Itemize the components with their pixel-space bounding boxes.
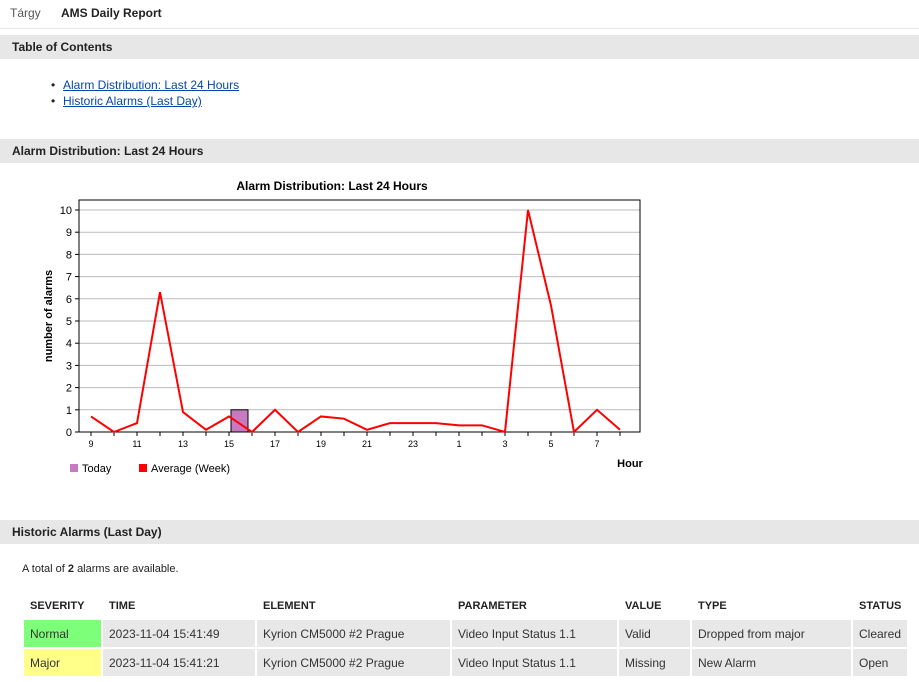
y-tick-label: 9 <box>66 227 72 239</box>
y-tick-label: 2 <box>66 383 72 395</box>
table-row: Normal 2023-11-04 15:41:49 Kyrion CM5000… <box>24 620 910 647</box>
toc-link-historic-alarms[interactable]: Historic Alarms (Last Day) <box>63 94 202 108</box>
col-time: TIME <box>109 600 136 612</box>
subject-label: Tárgy <box>10 6 41 20</box>
x-tick-label: 5 <box>548 439 553 449</box>
toc-link-alarm-distribution[interactable]: Alarm Distribution: Last 24 Hours <box>63 78 239 92</box>
table-header-row: SEVERITY TIME ELEMENT PARAMETER VALUE TY… <box>24 594 909 618</box>
y-tick-label: 6 <box>66 294 72 306</box>
legend-swatch-average <box>139 464 147 472</box>
element-cell: Kyrion CM5000 #2 Prague <box>257 649 452 676</box>
y-axis-ticks: 0 1 2 3 4 5 6 7 8 9 10 <box>60 205 79 439</box>
x-axis-ticks: 9 11 13 15 17 19 21 23 1 3 5 7 <box>88 432 621 449</box>
x-tick-label: 17 <box>270 439 280 449</box>
table-row: Major 2023-11-04 15:41:21 Kyrion CM5000 … <box>24 649 910 676</box>
y-tick-label: 10 <box>60 205 72 217</box>
parameter-cell: Video Input Status 1.1 <box>452 620 619 647</box>
toc-item: Alarm Distribution: Last 24 Hours <box>51 77 239 93</box>
col-status: STATUS <box>859 600 902 612</box>
total-prefix: A total of <box>22 563 65 575</box>
col-parameter: PARAMETER <box>458 600 527 612</box>
plot-frame <box>78 199 641 433</box>
severity-cell: Major <box>24 649 103 676</box>
value-cell: Missing <box>619 649 692 676</box>
y-tick-label: 5 <box>66 316 72 328</box>
x-tick-label: 21 <box>362 439 372 449</box>
legend-swatch-today <box>70 464 78 472</box>
legend-label-today: Today <box>82 463 112 475</box>
col-value: VALUE <box>625 600 662 612</box>
toc-item: Historic Alarms (Last Day) <box>51 93 239 109</box>
y-tick-label: 4 <box>66 338 72 350</box>
y-tick-label: 7 <box>66 272 72 284</box>
status-cell: Cleared <box>853 620 910 647</box>
x-tick-label: 9 <box>88 439 93 449</box>
y-tick-label: 8 <box>66 249 72 261</box>
parameter-cell: Video Input Status 1.1 <box>452 649 619 676</box>
x-tick-label: 3 <box>502 439 507 449</box>
alarm-distribution-header: Alarm Distribution: Last 24 Hours <box>0 139 919 163</box>
x-tick-label: 11 <box>132 439 141 449</box>
col-type: TYPE <box>698 600 727 612</box>
value-cell: Valid <box>619 620 692 647</box>
time-cell: 2023-11-04 15:41:21 <box>103 649 257 676</box>
subject-bar: Tárgy AMS Daily Report <box>0 0 919 29</box>
y-axis-label: number of alarms <box>43 270 55 362</box>
x-tick-label: 15 <box>224 439 234 449</box>
toc-header: Table of Contents <box>0 35 919 59</box>
y-tick-label: 0 <box>66 427 72 439</box>
col-severity: SEVERITY <box>30 600 85 612</box>
chart-title: Alarm Distribution: Last 24 Hours <box>236 179 428 193</box>
y-tick-label: 3 <box>66 360 72 372</box>
x-tick-label: 1 <box>456 439 461 449</box>
element-cell: Kyrion CM5000 #2 Prague <box>257 620 452 647</box>
alarm-total-text: A total of 2 alarms are available. <box>22 563 179 575</box>
x-tick-label: 7 <box>594 439 599 449</box>
total-suffix: alarms are available. <box>77 563 179 575</box>
x-tick-label: 23 <box>408 439 418 449</box>
type-cell: New Alarm <box>692 649 853 676</box>
x-axis-label: Hour <box>617 458 643 470</box>
legend: Today Average (Week) <box>70 463 230 475</box>
col-element: ELEMENT <box>263 600 316 612</box>
status-cell: Open <box>853 649 910 676</box>
legend-label-average: Average (Week) <box>151 463 230 475</box>
subject-value: AMS Daily Report <box>61 6 162 20</box>
y-tick-label: 1 <box>66 405 72 417</box>
alarm-distribution-chart: Alarm Distribution: Last 24 Hours 012345… <box>43 179 644 475</box>
severity-cell: Normal <box>24 620 103 647</box>
historic-alarms-header: Historic Alarms (Last Day) <box>0 520 919 544</box>
historic-alarms-table: SEVERITY TIME ELEMENT PARAMETER VALUE TY… <box>24 592 910 678</box>
x-tick-label: 13 <box>178 439 188 449</box>
toc-list: Alarm Distribution: Last 24 Hours Histor… <box>51 77 239 109</box>
total-count: 2 <box>67 563 74 575</box>
x-tick-label: 19 <box>316 439 326 449</box>
type-cell: Dropped from major <box>692 620 853 647</box>
time-cell: 2023-11-04 15:41:49 <box>103 620 257 647</box>
